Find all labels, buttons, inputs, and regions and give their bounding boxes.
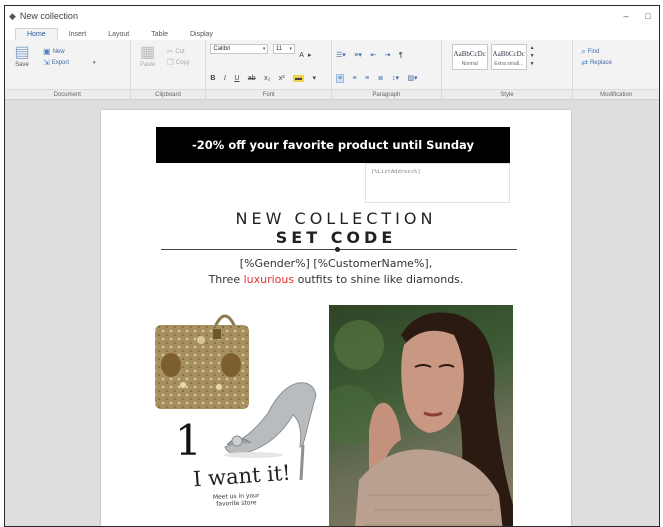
replace-icon: ⇄ [581, 58, 588, 67]
font-size-select[interactable]: 11 ▾ [272, 44, 295, 54]
numbered-list-icon[interactable]: ≡▾ [354, 51, 362, 59]
model-photo[interactable] [329, 305, 513, 526]
document-page[interactable]: -20% off your favorite product until Sun… [101, 110, 571, 526]
number-one-text: 1 [175, 416, 202, 465]
style-gallery-scroll[interactable]: ▲ ▼ ▼ [530, 44, 535, 68]
subheadline[interactable]: SET CODE [101, 228, 571, 247]
style-group-label: Style [441, 89, 573, 99]
subscript-icon[interactable]: x₂ [264, 75, 270, 82]
copy-icon: ❐ [166, 58, 174, 67]
editor-window: ◆ New collection – □ Home Insert Layout … [4, 5, 660, 527]
paste-button[interactable]: ▦ Paste [135, 44, 161, 68]
chevron-down-icon: ▾ [262, 46, 266, 52]
bullet-list-icon[interactable]: ☰▾ [336, 51, 346, 59]
superscript-icon[interactable]: x² [279, 75, 285, 82]
font-color-dropdown-icon[interactable]: ▾ [313, 74, 317, 82]
italic-icon[interactable]: I [224, 75, 226, 82]
tagline-highlight: luxurious [243, 273, 295, 286]
shading-icon[interactable]: ▨▾ [407, 74, 417, 82]
replace-button[interactable]: ⇄ Replace [581, 57, 655, 68]
strikethrough-icon[interactable]: ab [248, 75, 256, 82]
align-center-icon[interactable]: ≡ [353, 75, 357, 82]
highlight-color-icon[interactable]: ▬ [293, 75, 305, 82]
document-group: ▤ Save ▣ New ⇲ Export ▾ Document [5, 40, 131, 99]
style-normal[interactable]: AaBbCcDc Normal [451, 44, 488, 70]
export-dropdown-icon[interactable]: ▾ [93, 60, 96, 66]
modification-group-label: Modification [573, 89, 659, 99]
tagline-text[interactable]: Three luxurious outfits to shine like di… [101, 273, 571, 286]
greeting-text[interactable]: [%Gender%] [%CustomerName%], [101, 257, 571, 270]
paragraph-group-label: Paragraph [332, 89, 441, 99]
font-group-label: Font [206, 89, 331, 99]
tab-home[interactable]: Home [15, 28, 58, 40]
promo-banner[interactable]: -20% off your favorite product until Sun… [156, 127, 510, 163]
style-group: AaBbCcDc Normal AaBbCcDc Extra small... … [441, 40, 574, 99]
bold-icon[interactable]: B [210, 75, 215, 82]
clipboard-group-label: Clipboard [130, 89, 206, 99]
chevron-up-icon[interactable]: ▲ [530, 44, 535, 52]
document-group-label: Document [5, 89, 130, 99]
chevron-down-icon: ▾ [289, 46, 292, 52]
export-icon: ⇲ [43, 58, 50, 67]
new-button[interactable]: ▣ New [43, 46, 96, 57]
modification-group: ⌕ Find ⇄ Replace Modification [573, 40, 659, 99]
portrait-image [329, 312, 513, 526]
store-note[interactable]: Meet us in your favorite store [213, 492, 260, 508]
cut-button[interactable]: ✂ Cut [167, 46, 190, 57]
export-button[interactable]: ⇲ Export ▾ [43, 57, 96, 68]
tab-display[interactable]: Display [179, 29, 224, 40]
window-title: New collection [19, 11, 78, 21]
title-bar: ◆ New collection – □ [5, 6, 659, 26]
address-placeholder-box[interactable]: [%ListAddress%] [365, 163, 510, 203]
font-family-select[interactable]: Calibri ▾ [210, 44, 269, 54]
minimize-button[interactable]: – [615, 11, 637, 21]
svg-text:1: 1 [175, 416, 202, 465]
copy-button[interactable]: ❐ Copy [167, 57, 190, 68]
new-document-icon: ▣ [43, 47, 51, 56]
save-icon: ▤ [14, 44, 30, 61]
ribbon: ▤ Save ▣ New ⇲ Export ▾ Document ▦ Paste… [5, 40, 659, 100]
search-icon: ⌕ [581, 46, 586, 56]
grow-font-icon[interactable]: A [299, 52, 304, 59]
style-extra-small[interactable]: AaBbCcDc Extra small... [490, 44, 527, 70]
find-button[interactable]: ⌕ Find [581, 46, 655, 57]
clipboard-group: ▦ Paste ✂ Cut ❐ Copy Clipboard [130, 40, 207, 99]
chevron-down-icon[interactable]: ▼ [530, 52, 535, 60]
tab-insert[interactable]: Insert [58, 29, 98, 40]
tab-layout[interactable]: Layout [97, 29, 140, 40]
align-right-icon[interactable]: ≡ [365, 75, 369, 82]
headline[interactable]: NEW COLLECTION [101, 209, 571, 228]
line-spacing-icon[interactable]: ↕▾ [392, 74, 399, 82]
document-workspace[interactable]: -20% off your favorite product until Sun… [5, 100, 659, 526]
paste-icon: ▦ [140, 44, 156, 61]
align-left-icon[interactable]: ≡ [336, 74, 345, 83]
cut-icon: ✂ [166, 47, 174, 56]
font-group: Calibri ▾ 11 ▾ A ▸ B I U ab x₂ x² ▬ ▾ Fon… [206, 40, 332, 99]
decrease-indent-icon[interactable]: ⇤ [370, 51, 376, 59]
paragraph-group: ☰▾ ≡▾ ⇤ ⇥ ¶ ≡ ≡ ≡ ≣ ↕▾ ▨▾ Paragraph [332, 40, 442, 99]
app-icon: ◆ [9, 10, 16, 21]
tab-table[interactable]: Table [140, 29, 179, 40]
ribbon-tabs: Home Insert Layout Table Display [5, 26, 659, 40]
justify-icon[interactable]: ≣ [378, 74, 384, 82]
shrink-font-icon[interactable]: ▸ [308, 51, 312, 59]
underline-icon[interactable]: U [234, 75, 239, 82]
save-button[interactable]: ▤ Save [9, 44, 35, 68]
handbag-image [155, 314, 249, 409]
maximize-button[interactable]: □ [637, 11, 659, 21]
pilcrow-icon[interactable]: ¶ [399, 52, 403, 59]
divider-dot [335, 247, 340, 252]
more-styles-icon[interactable]: ▼ [530, 60, 535, 68]
increase-indent-icon[interactable]: ⇥ [385, 51, 391, 59]
